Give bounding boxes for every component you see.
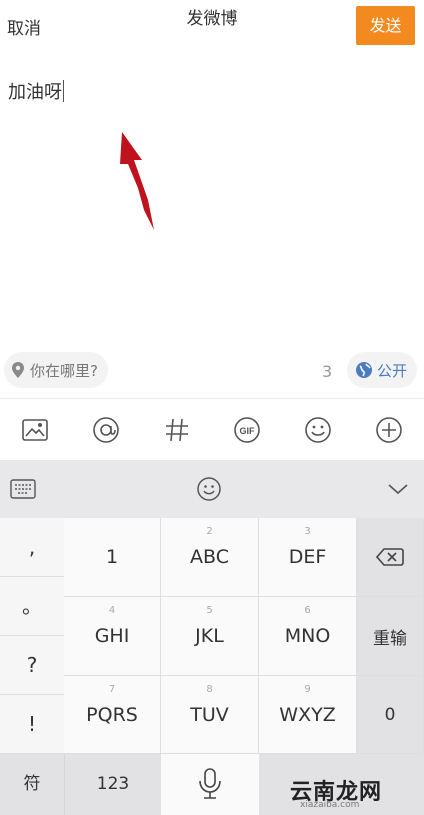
- key-sup: 8: [206, 684, 213, 695]
- key-sup: 4: [108, 605, 116, 616]
- key-sup: 2: [206, 526, 213, 537]
- key-abc[interactable]: 2 ABC: [161, 518, 259, 597]
- keyboard: , 。 ? ! 1 2 ABC 3 DEF 4 GHI 5 JKL 6 MNO …: [0, 460, 424, 815]
- visibility-button[interactable]: 公开: [347, 352, 418, 388]
- key-sup: 7: [108, 684, 116, 695]
- char-count: 3: [322, 362, 333, 381]
- text-caret: [63, 80, 64, 102]
- key-label: MNO: [284, 625, 331, 647]
- compose-text: 加油呀: [8, 82, 62, 103]
- keyboard-icon[interactable]: [10, 478, 36, 500]
- keyboard-top-bar: [0, 460, 424, 518]
- key-label: DEF: [288, 546, 327, 568]
- watermark-url: xiazaiba.com: [300, 800, 360, 810]
- location-button[interactable]: 你在哪里?: [4, 352, 108, 388]
- send-button[interactable]: 发送: [356, 6, 415, 45]
- key-question[interactable]: ?: [0, 636, 64, 695]
- symbols-button[interactable]: 符: [0, 754, 64, 815]
- key-label: JKL: [195, 625, 224, 647]
- punctuation-column: , 。 ? !: [0, 518, 64, 754]
- key-sup: 5: [206, 605, 213, 616]
- key-0-label: 0: [384, 704, 396, 725]
- svg-text:GIF: GIF: [240, 426, 256, 436]
- key-period[interactable]: 。: [0, 577, 64, 636]
- hashtag-icon[interactable]: [160, 413, 194, 447]
- key-0[interactable]: 0: [357, 676, 424, 754]
- backspace-button[interactable]: [357, 518, 424, 597]
- emoji-icon[interactable]: [301, 413, 335, 447]
- key-label: 1: [105, 546, 119, 568]
- compose-textarea[interactable]: 加油呀: [8, 78, 64, 104]
- key-label: PQRS: [86, 704, 138, 726]
- voice-button[interactable]: [161, 754, 259, 815]
- key-1[interactable]: 1: [64, 518, 161, 597]
- at-icon[interactable]: [89, 413, 123, 447]
- key-sup: 9: [304, 684, 311, 695]
- key-sup: 6: [304, 605, 311, 616]
- key-label: GHI: [94, 625, 130, 647]
- header-bar: 取消 发微博 发送: [0, 0, 424, 50]
- key-wxyz[interactable]: 9 WXYZ: [259, 676, 357, 754]
- location-pin-icon: [12, 362, 24, 378]
- keyboard-grid: , 。 ? ! 1 2 ABC 3 DEF 4 GHI 5 JKL 6 MNO …: [0, 518, 424, 815]
- key-jkl[interactable]: 5 JKL: [161, 597, 259, 676]
- chevron-down-icon[interactable]: [386, 480, 410, 498]
- microphone-icon: [199, 768, 221, 799]
- location-label: 你在哪里?: [30, 361, 98, 380]
- key-ghi[interactable]: 4 GHI: [64, 597, 161, 676]
- numbers-button[interactable]: 123: [64, 754, 161, 815]
- gif-icon[interactable]: GIF: [230, 413, 264, 447]
- globe-icon: [356, 362, 372, 378]
- annotation-arrow-icon: [120, 132, 154, 230]
- retype-label: 重输: [373, 628, 407, 649]
- key-comma[interactable]: ,: [0, 518, 64, 577]
- key-label: WXYZ: [279, 704, 336, 726]
- key-label: ABC: [190, 546, 229, 568]
- keyboard-emoji-icon[interactable]: [196, 476, 222, 502]
- key-sup: 3: [304, 526, 311, 537]
- key-pqrs[interactable]: 7 PQRS: [64, 676, 161, 754]
- key-tuv[interactable]: 8 TUV: [161, 676, 259, 754]
- retype-button[interactable]: 重输: [357, 597, 424, 676]
- image-icon[interactable]: [18, 413, 52, 447]
- visibility-label: 公开: [377, 361, 408, 380]
- key-def[interactable]: 3 DEF: [259, 518, 357, 597]
- key-exclamation[interactable]: !: [0, 695, 64, 754]
- plus-icon[interactable]: [372, 413, 406, 447]
- compose-toolbar: GIF: [0, 398, 424, 460]
- key-label: TUV: [190, 704, 229, 726]
- backspace-icon: [376, 548, 404, 566]
- key-mno[interactable]: 6 MNO: [259, 597, 357, 676]
